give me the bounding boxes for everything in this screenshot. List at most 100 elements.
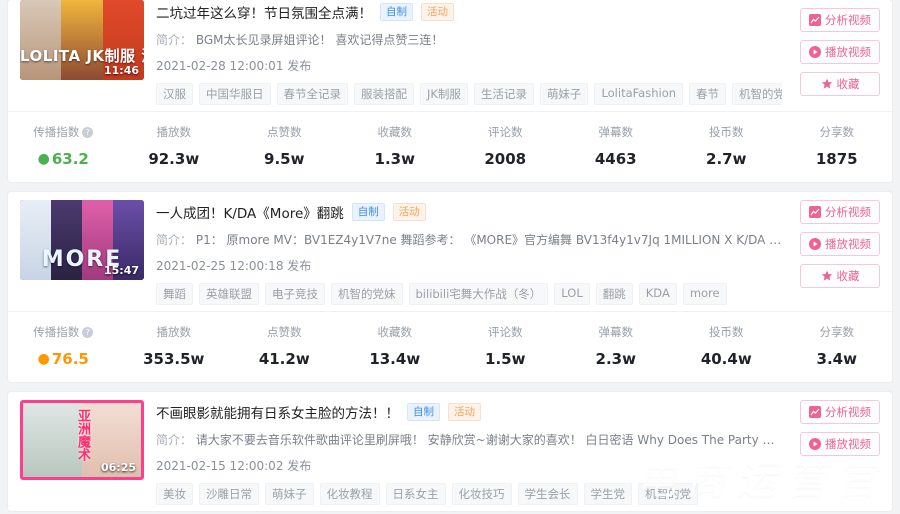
video-title[interactable]: 二坑过年这么穿！节日氛围全点满！	[156, 2, 372, 22]
tag-item[interactable]: 翻跳	[595, 283, 633, 305]
tag-item[interactable]: 学生党	[583, 483, 632, 505]
info-icon[interactable]: ?	[82, 126, 94, 138]
tag-item[interactable]: 化妆技巧	[451, 483, 512, 505]
video-description: 简介： 请大家不要去音乐软件歌曲评论里刷屏哦！ 安静欣赏~谢谢大家的喜欢！ 白日…	[156, 431, 782, 448]
stat-label: 评论数	[488, 125, 523, 139]
video-card[interactable]: LOLITA JK制服 汉服 11:46 二坑过年这么穿！节日氛围全点满！ 自制…	[8, 0, 892, 182]
video-card-header: 亚洲魔术 06:25 不画眼影就能拥有日系女主脸的方法！！ 自制 活动 简介： …	[8, 392, 892, 511]
tag-item[interactable]: 春节	[689, 83, 727, 105]
publish-date-value: 2021-02-25 12:00:18	[156, 259, 284, 273]
analyze-video-button[interactable]: 分析视频	[800, 200, 880, 224]
stat-value: 1875	[815, 150, 858, 168]
stats-row: 传播指数 ? ● 76.5 播放数 353.5w 点赞数 41.2w 收藏数 1…	[8, 311, 892, 382]
chart-icon	[809, 406, 821, 418]
tag-item[interactable]: 机智的党妹	[732, 83, 782, 105]
play-video-button[interactable]: 播放视频	[800, 232, 880, 256]
thumbnail-caption: LOLITA JK制服 汉服	[20, 47, 144, 65]
stat-value: ● 63.2	[8, 150, 119, 168]
stat-label: 弹幕数	[598, 325, 634, 339]
play-icon	[809, 238, 821, 250]
tag-item[interactable]: LOL	[554, 283, 590, 305]
favorite-button[interactable]: 收藏	[800, 72, 880, 96]
tag-item[interactable]: KDA	[638, 283, 677, 305]
video-card-header: LOLITA JK制服 汉服 11:46 二坑过年这么穿！节日氛围全点满！ 自制…	[8, 0, 892, 111]
video-thumbnail[interactable]: MORE 15:47	[20, 200, 144, 280]
tag-item[interactable]: 春节全记录	[276, 83, 348, 105]
play-video-button[interactable]: 播放视频	[800, 40, 880, 64]
badge-activity: 活动	[421, 3, 454, 21]
chart-icon	[809, 206, 821, 218]
play-video-label: 播放视频	[825, 237, 871, 251]
video-card[interactable]: MORE 15:47 一人成团！K/DA《More》翻跳 自制 活动 简介： P…	[8, 192, 892, 382]
tag-item[interactable]: 机智的党妹	[331, 283, 403, 305]
stat-label: 收藏数	[377, 125, 413, 139]
favorite-label: 收藏	[836, 269, 860, 283]
play-video-button[interactable]: 播放视频	[800, 432, 880, 456]
tag-item[interactable]: 电子竞技	[265, 283, 325, 305]
stat-danmaku: 弹幕数 4463	[561, 124, 672, 168]
video-info: 不画眼影就能拥有日系女主脸的方法！！ 自制 活动 简介： 请大家不要去音乐软件歌…	[144, 400, 882, 505]
publish-date-suffix: 发布	[287, 259, 312, 273]
stat-comments: 评论数 1.5w	[450, 324, 561, 368]
tag-item[interactable]: bilibili宅舞大作战（冬）	[408, 283, 549, 305]
favorite-button[interactable]: 收藏	[800, 264, 880, 288]
stat-plays: 播放数 353.5w	[119, 324, 230, 368]
tag-item[interactable]: 机智的党	[638, 483, 698, 505]
tag-item[interactable]: 沙雕日常	[199, 483, 259, 505]
card-actions: 分析视频 播放视频	[800, 400, 880, 456]
stat-label-text: 传播指数	[33, 325, 80, 339]
publish-date: 2021-02-15 12:00:02 发布	[156, 457, 782, 474]
tag-item[interactable]: 萌妹子	[539, 83, 589, 105]
description-text: BGM太长见录屏姐评论！ 喜欢记得点赞三连！	[195, 33, 444, 47]
flame-icon: ●	[37, 151, 50, 167]
stat-value: 13.4w	[369, 350, 421, 368]
tag-item[interactable]: LolitaFashion	[594, 83, 684, 105]
tag-item[interactable]: 美妆	[156, 483, 193, 505]
badge-activity: 活动	[392, 203, 426, 221]
tag-item[interactable]: 英雄联盟	[199, 283, 259, 305]
play-icon	[809, 46, 821, 58]
description-label: 简介：	[156, 433, 193, 447]
play-icon	[809, 438, 821, 450]
tag-item[interactable]: 化妆教程	[319, 483, 380, 505]
stat-value: 1.5w	[485, 350, 526, 368]
title-row: 不画眼影就能拥有日系女主脸的方法！！ 自制 活动	[156, 402, 782, 422]
stat-label: 传播指数 ?	[8, 324, 119, 340]
info-icon[interactable]: ?	[82, 326, 94, 338]
stat-value: 92.3w	[148, 150, 200, 168]
video-title[interactable]: 不画眼影就能拥有日系女主脸的方法！！	[156, 402, 399, 422]
stat-label-text: 传播指数	[33, 125, 80, 139]
star-icon	[821, 270, 833, 282]
tag-item[interactable]: 汉服	[156, 83, 193, 105]
star-icon	[821, 78, 833, 90]
stat-coins: 投币数 2.7w	[671, 124, 782, 168]
video-thumbnail[interactable]: 亚洲魔术 06:25	[20, 400, 144, 480]
stat-value: 3.4w	[816, 350, 857, 368]
stat-favorites: 收藏数 1.3w	[340, 124, 451, 168]
analyze-video-button[interactable]: 分析视频	[800, 400, 880, 424]
stat-value: 2008	[484, 150, 527, 168]
tag-item[interactable]: JK制服	[420, 83, 468, 105]
analyze-video-button[interactable]: 分析视频	[800, 8, 880, 32]
thumbnail-vertical-caption: 亚洲魔术	[75, 409, 90, 465]
stat-spread-index: 传播指数 ? ● 63.2	[8, 124, 119, 168]
tag-item[interactable]: 萌妹子	[265, 483, 314, 505]
tag-item[interactable]: 学生会长	[517, 483, 578, 505]
stat-value: 2.7w	[706, 150, 747, 168]
video-thumbnail[interactable]: LOLITA JK制服 汉服 11:46	[20, 0, 144, 80]
tag-item[interactable]: 服装搭配	[354, 83, 414, 105]
stat-spread-index: 传播指数 ? ● 76.5	[8, 324, 119, 368]
video-title[interactable]: 一人成团！K/DA《More》翻跳	[156, 202, 344, 222]
tag-item[interactable]: more	[682, 283, 727, 305]
play-video-label: 播放视频	[825, 437, 871, 451]
tag-item[interactable]: 生活记录	[473, 83, 534, 105]
stat-label: 投币数	[709, 125, 744, 139]
stat-shares: 分享数 1875	[782, 124, 893, 168]
video-card[interactable]: 亚洲魔术 06:25 不画眼影就能拥有日系女主脸的方法！！ 自制 活动 简介： …	[8, 392, 892, 511]
tag-item[interactable]: 中国华服日	[199, 83, 271, 105]
tag-item[interactable]: 舞蹈	[156, 283, 193, 305]
tag-item[interactable]: 日系女主	[385, 483, 446, 505]
stat-label: 弹幕数	[598, 125, 634, 139]
description-text: 请大家不要去音乐软件歌曲评论里刷屏哦！ 安静欣赏~谢谢大家的喜欢！ 白日密语 W…	[195, 433, 782, 447]
play-video-label: 播放视频	[825, 45, 871, 59]
